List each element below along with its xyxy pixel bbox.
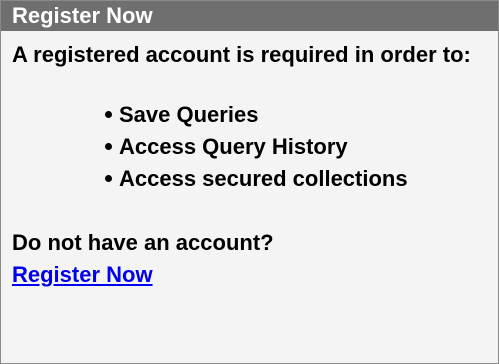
register-panel: Register Now A registered account is req… xyxy=(0,0,499,364)
account-question: Do not have an account? xyxy=(12,230,274,255)
feature-item-query-history: Access Query History xyxy=(12,131,492,163)
panel-body: A registered account is required in orde… xyxy=(1,31,498,363)
feature-label: Save Queries xyxy=(119,102,259,127)
intro-text: A registered account is required in orde… xyxy=(12,42,471,67)
bullet-icon xyxy=(105,143,112,150)
feature-item-save-queries: Save Queries xyxy=(12,99,492,131)
register-now-link[interactable]: Register Now xyxy=(12,259,153,291)
feature-list: Save Queries Access Query History Access… xyxy=(12,99,492,195)
bullet-icon xyxy=(105,175,112,182)
panel-title: Register Now xyxy=(1,1,498,31)
bullet-icon xyxy=(105,111,112,118)
feature-label: Access Query History xyxy=(119,134,348,159)
feature-label: Access secured collections xyxy=(119,166,408,191)
feature-item-secured-collections: Access secured collections xyxy=(12,163,492,195)
